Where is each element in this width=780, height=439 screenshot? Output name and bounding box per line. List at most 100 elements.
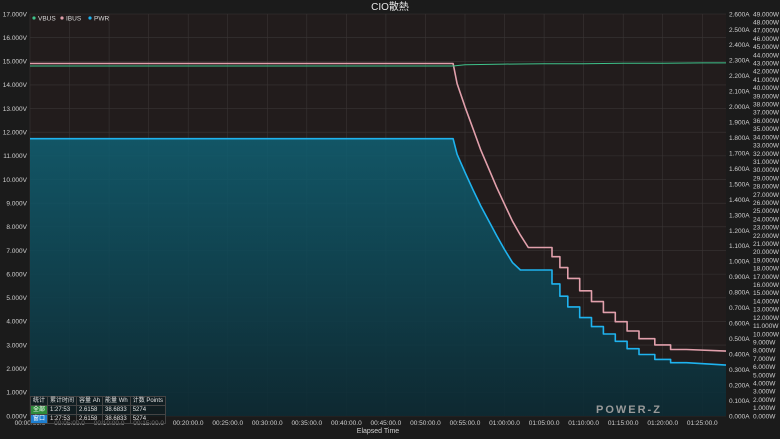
y-power-tick-label: 11.000W — [753, 323, 779, 330]
y-current-tick-label: 2.300A — [729, 58, 750, 65]
stats-header: 计数 Points — [129, 396, 167, 406]
y-power-tick-label: 46.000W — [753, 36, 780, 43]
y-power-tick-label: 38.000W — [753, 102, 780, 109]
x-tick-label: 01:00:00.0 — [489, 420, 520, 427]
y-power-tick-label: 28.000W — [753, 184, 780, 191]
y-power-tick-label: 40.000W — [753, 85, 780, 92]
y-left-tick-label: 1.000V — [6, 390, 27, 397]
y-power-tick-label: 21.000W — [753, 241, 780, 248]
stats-cell: 5274 — [129, 405, 167, 415]
stats-cell: 5274 — [129, 414, 167, 424]
y-current-tick-label: 0.400A — [729, 351, 750, 358]
y-power-tick-label: 26.000W — [753, 200, 780, 207]
y-power-tick-label: 5.000W — [753, 372, 776, 379]
y-current-tick-label: 1.900A — [729, 120, 750, 127]
y-current-tick-label: 0.200A — [729, 382, 750, 389]
y-power-tick-label: 39.000W — [753, 93, 780, 100]
y-left-tick-label: 8.000V — [6, 224, 27, 231]
y-power-tick-label: 43.000W — [753, 61, 780, 68]
y-power-tick-label: 0.000W — [753, 413, 776, 420]
y-power-tick-label: 37.000W — [753, 110, 780, 117]
stats-table: 统计 累计时间 容量 Ah 能量 Wh 计数 Points 全部 1:27:53… — [29, 396, 167, 424]
x-tick-label: 00:35:00.0 — [291, 420, 322, 427]
y-left-tick-label: 4.000V — [6, 319, 27, 326]
y-current-tick-label: 2.500A — [729, 27, 750, 34]
stats-header: 统计 — [29, 396, 49, 406]
y-current-tick-label: 0.600A — [729, 321, 750, 328]
x-tick-label: 01:15:00.0 — [608, 420, 639, 427]
y-current-tick-label: 2.100A — [729, 89, 750, 96]
y-current-tick-label: 1.800A — [729, 135, 750, 142]
stats-cell: 2.6158 — [76, 414, 104, 424]
y-power-tick-label: 29.000W — [753, 175, 780, 182]
y-power-tick-label: 24.000W — [753, 216, 780, 223]
y-current-tick-label: 2.200A — [729, 73, 750, 80]
y-power-tick-label: 31.000W — [753, 159, 780, 166]
y-power-tick-label: 2.000W — [753, 397, 776, 404]
y-power-tick-label: 33.000W — [753, 143, 780, 150]
y-current-tick-label: 0.700A — [729, 305, 750, 312]
x-tick-label: 00:45:00.0 — [371, 420, 402, 427]
y-power-tick-label: 14.000W — [753, 298, 780, 305]
y-current-tick-label: 0.300A — [729, 367, 750, 374]
y-power-tick-label: 25.000W — [753, 208, 780, 215]
y-power-tick-label: 23.000W — [753, 225, 780, 232]
y-current-tick-label: 0.800A — [729, 290, 750, 297]
y-power-tick-label: 7.000W — [753, 356, 776, 363]
x-tick-label: 01:25:00.0 — [687, 420, 718, 427]
y-current-tick-label: 2.400A — [729, 42, 750, 49]
x-tick-label: 00:55:00.0 — [450, 420, 481, 427]
y-current-tick-label: 1.000A — [729, 259, 750, 266]
y-power-tick-label: 34.000W — [753, 134, 780, 141]
y-power-tick-label: 32.000W — [753, 151, 780, 158]
y-left-tick-label: 12.000V — [3, 130, 28, 137]
y-current-tick-label: 2.600A — [729, 11, 750, 18]
legend[interactable]: VBUS IBUS PWR — [32, 15, 109, 22]
y-left-tick-label: 16.000V — [3, 35, 28, 42]
x-tick-label: 01:20:00.0 — [647, 420, 678, 427]
y-current-tick-label: 1.500A — [729, 181, 750, 188]
stats-header: 累计时间 — [47, 396, 78, 406]
stats-cell: 2.6158 — [76, 405, 104, 415]
y-power-tick-label: 27.000W — [753, 192, 780, 199]
stats-header: 容量 Ah — [76, 396, 104, 406]
line-chart: 0.000V1.000V2.000V3.000V4.000V5.000V6.00… — [3, 0, 780, 435]
right-power-axis-ticks: 0.000W1.000W2.000W3.000W 4.000W5.000W6.00… — [753, 11, 780, 420]
y-power-tick-label: 12.000W — [753, 315, 780, 322]
y-current-tick-label: 1.400A — [729, 197, 750, 204]
y-left-tick-label: 14.000V — [3, 82, 28, 89]
chart-window: 0.000V 1.000V 2.000V 3.000V 4.000V 5.000V 6.00… — [0, 0, 780, 439]
y-current-tick-label: 1.300A — [729, 212, 750, 219]
y-current-tick-label: 0.100A — [729, 398, 750, 405]
y-left-tick-label: 11.000V — [3, 153, 27, 160]
y-power-tick-label: 49.000W — [753, 11, 780, 18]
y-current-tick-label: 2.000A — [729, 104, 750, 111]
y-left-tick-label: 5.000V — [6, 295, 27, 302]
y-left-tick-label: 3.000V — [6, 342, 27, 349]
y-power-tick-label: 20.000W — [753, 249, 780, 256]
stats-header-row: 统计 累计时间 容量 Ah 能量 Wh 计数 Points — [29, 396, 167, 406]
y-power-tick-label: 15.000W — [753, 290, 780, 297]
stats-cell: 全部 — [29, 405, 49, 415]
y-current-tick-label: 1.100A — [729, 243, 750, 250]
y-current-tick-label: 0.500A — [729, 336, 750, 343]
y-current-tick-label: 0.000A — [729, 413, 750, 420]
stats-row-all: 全部 1:27:53 2.6158 38.6833 5274 — [29, 405, 167, 415]
left-axis-ticks: 0.000V1.000V2.000V3.000V4.000V5.000V6.00… — [3, 11, 28, 420]
y-power-tick-label: 9.000W — [753, 339, 776, 346]
y-power-tick-label: 48.000W — [753, 20, 780, 27]
stats-cell: 38.6833 — [102, 405, 131, 415]
x-tick-label: 00:30:00.0 — [252, 420, 283, 427]
y-power-tick-label: 18.000W — [753, 266, 780, 273]
y-current-tick-label: 1.200A — [729, 228, 750, 235]
y-current-tick-label: 0.900A — [729, 274, 750, 281]
x-tick-label: 01:10:00.0 — [568, 420, 599, 427]
stats-cell: 1:27:53 — [47, 414, 78, 424]
legend-label: VBUS — [38, 15, 56, 22]
y-power-tick-label: 4.000W — [753, 380, 776, 387]
y-power-tick-label: 41.000W — [753, 77, 780, 84]
y-left-tick-label: 7.000V — [6, 248, 27, 255]
legend-label: IBUS — [66, 15, 82, 22]
y-power-tick-label: 1.000W — [753, 405, 776, 412]
x-tick-label: 00:25:00.0 — [212, 420, 243, 427]
